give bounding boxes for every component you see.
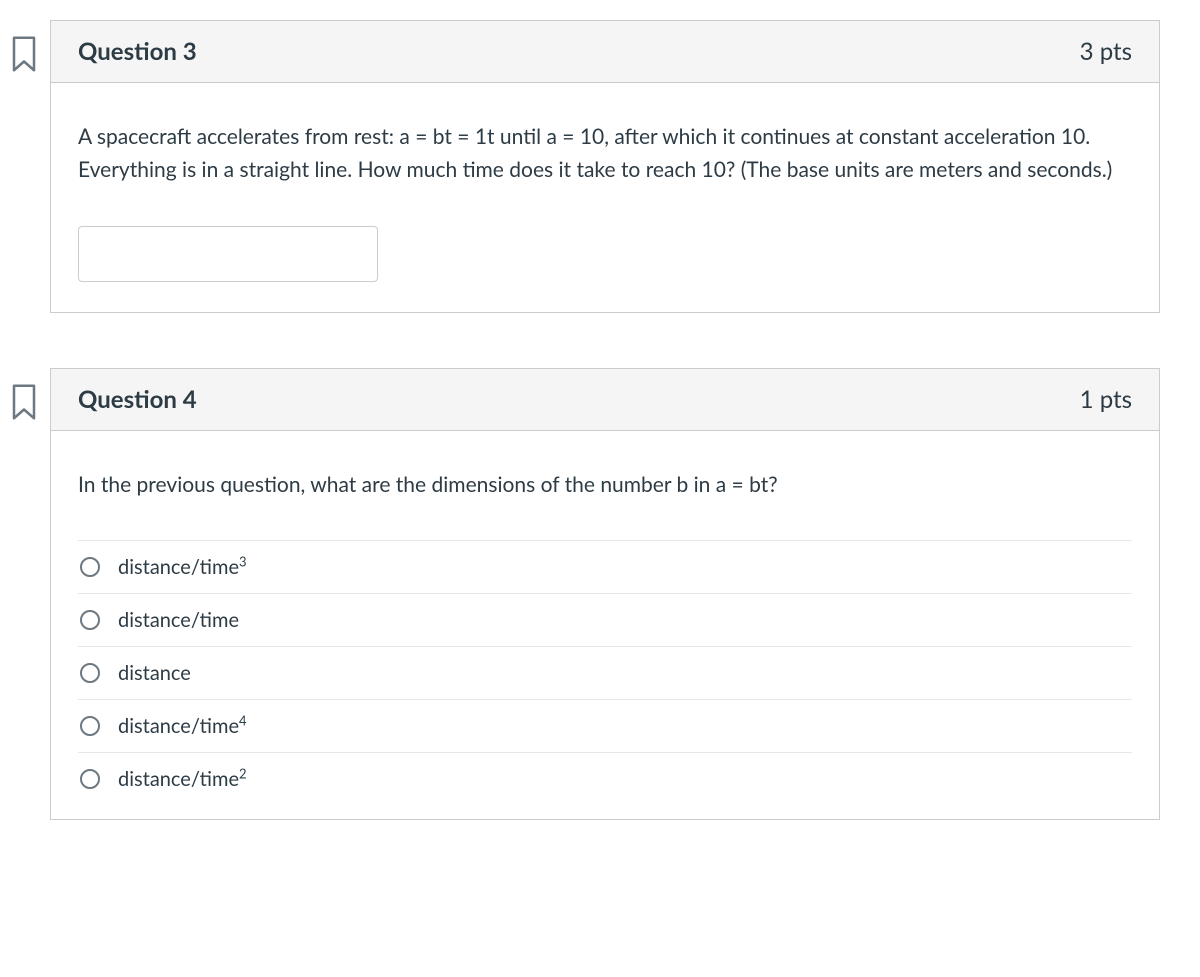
question-header: Question 4 1 pts xyxy=(51,369,1159,431)
answer-label: distance/time4 xyxy=(118,714,247,738)
answer-label: distance xyxy=(118,661,191,685)
question-header: Question 3 3 pts xyxy=(51,21,1159,83)
answer-option-0[interactable]: distance/time3 xyxy=(78,540,1132,593)
answer-option-1[interactable]: distance/time xyxy=(78,593,1132,646)
radio-input[interactable] xyxy=(80,769,100,789)
question-body: A spacecraft accelerates from rest: a = … xyxy=(51,83,1159,312)
bookmark-icon[interactable] xyxy=(9,35,39,73)
question-prompt: A spacecraft accelerates from rest: a = … xyxy=(78,121,1132,186)
question-prompt: In the previous question, what are the d… xyxy=(78,469,1132,502)
question-body: In the previous question, what are the d… xyxy=(51,431,1159,819)
answer-option-4[interactable]: distance/time2 xyxy=(78,752,1132,801)
answer-input[interactable] xyxy=(78,226,378,282)
answer-option-3[interactable]: distance/time4 xyxy=(78,699,1132,752)
question-points: 1 pts xyxy=(1080,385,1132,414)
quiz-page: Question 3 3 pts A spacecraft accelerate… xyxy=(0,20,1200,820)
answer-label: distance/time3 xyxy=(118,555,247,579)
answer-option-2[interactable]: distance xyxy=(78,646,1132,699)
bookmark-icon[interactable] xyxy=(9,383,39,421)
question-4-block: Question 4 1 pts In the previous questio… xyxy=(50,368,1160,820)
answer-label: distance/time2 xyxy=(118,767,247,791)
radio-input[interactable] xyxy=(80,716,100,736)
radio-input[interactable] xyxy=(80,663,100,683)
question-points: 3 pts xyxy=(1080,37,1132,66)
radio-input[interactable] xyxy=(80,557,100,577)
question-3-block: Question 3 3 pts A spacecraft accelerate… xyxy=(50,20,1160,313)
answer-label: distance/time xyxy=(118,608,239,632)
question-title: Question 3 xyxy=(78,37,197,66)
radio-input[interactable] xyxy=(80,610,100,630)
question-title: Question 4 xyxy=(78,385,197,414)
